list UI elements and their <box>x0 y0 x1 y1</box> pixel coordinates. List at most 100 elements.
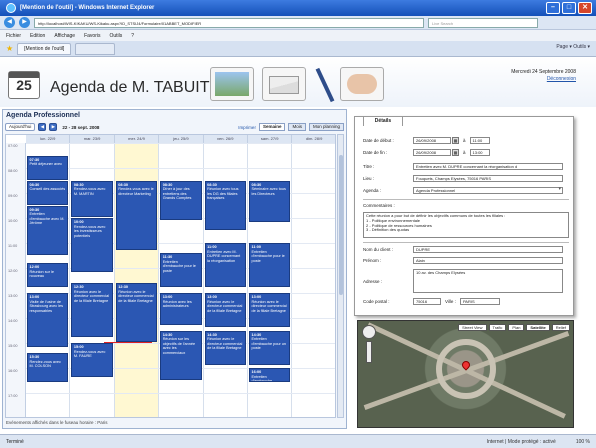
city-field[interactable]: PARIS <box>459 298 500 305</box>
pen-icon <box>315 67 335 103</box>
zoom-level[interactable]: 100 % <box>576 439 590 445</box>
start-time-field[interactable]: 11:00 <box>469 137 490 144</box>
calendar-event[interactable]: 11:00 Entretien avec M. DUPRE concernant … <box>204 243 246 287</box>
menu-item-favorites[interactable]: Favoris <box>84 33 100 39</box>
agenda-row: Agenda : Agenda Professionnel <box>363 187 569 194</box>
client-field[interactable]: DUPRE <box>413 246 563 253</box>
comments-row: Cette réunion a pour but de définir les … <box>363 212 569 238</box>
map-btn-traffic[interactable]: Trafic <box>488 324 507 331</box>
calendar-event[interactable]: 12:30 Réunion avec le directeur commercia… <box>71 283 113 337</box>
calendar-event[interactable]: 10:00 Rendez-vous avec les investisseurs … <box>71 218 113 272</box>
menu-item-edit[interactable]: Edition <box>30 33 45 39</box>
calendar-event[interactable]: 12:30 Réunion avec le directeur commercia… <box>115 283 158 342</box>
zoom-slider[interactable] <box>366 341 372 363</box>
map-btn-street-view[interactable]: Street View <box>458 324 487 331</box>
logout-link[interactable]: Déconnexion <box>511 76 576 83</box>
map-btn-relief[interactable]: Relief <box>551 324 570 331</box>
maximize-icon[interactable]: □ <box>562 2 576 14</box>
forward-icon[interactable]: ▶ <box>19 17 30 28</box>
calendar-event[interactable]: 08:30 Dîner à jour des entretiens des Gra… <box>160 180 202 220</box>
zip-field[interactable]: 75016 <box>413 298 441 305</box>
day-header[interactable]: lun. 22/9 <box>26 135 71 143</box>
menu-item-file[interactable]: Fichier <box>6 33 21 39</box>
start-row: Date de début : 26/09/2008 ▦ à 11:00 <box>363 137 569 144</box>
search-input[interactable]: Live Search <box>428 17 538 28</box>
week-range[interactable]: 22 - 28 sept. 2008 <box>62 125 99 130</box>
calendar-picker-icon[interactable]: ▦ <box>452 149 459 156</box>
favorites-star-icon[interactable]: ★ <box>6 44 13 53</box>
calendar-event[interactable]: 13:00 Réunion avec les administrateurs <box>160 293 202 325</box>
calendar-event[interactable]: 15:00 Rendez-vous avec M. FAURE <box>71 343 113 377</box>
print-button[interactable]: Imprimer <box>238 125 256 130</box>
end-date-field[interactable]: 26/09/2008 <box>413 149 451 156</box>
firstname-field[interactable]: Alain <box>413 257 563 264</box>
menu-bar: Fichier Edition Affichage Favoris Outils… <box>0 30 596 41</box>
event-title: Séminaire avec tous les Directeurs <box>251 187 286 196</box>
calendar-picker-icon[interactable]: ▦ <box>452 137 459 144</box>
prev-week-button[interactable]: ◀ <box>38 123 47 131</box>
command-bar[interactable]: Page ▾ Outils ▾ <box>556 44 590 50</box>
agenda-select[interactable]: Agenda Professionnel <box>413 187 563 194</box>
tab-month[interactable]: Mois <box>288 123 306 131</box>
today-button[interactable]: Aujourd'hui <box>5 123 36 131</box>
tab-details[interactable]: Détails <box>363 116 403 126</box>
calendar-event[interactable]: 08:30 Réunion avec tous les DG des filial… <box>204 180 246 230</box>
url-input[interactable]: http://localhost/WIS-KIKAKU/WS-Kikaku.as… <box>34 17 424 28</box>
start-date-field[interactable]: 26/09/2008 <box>413 137 451 144</box>
page-title: Agenda de M. TABUIT <box>50 79 210 96</box>
tab-week[interactable]: Semaine <box>258 123 286 131</box>
agenda-scrollbar[interactable] <box>337 134 344 418</box>
calendar-event[interactable]: 08:30 Rendez-vous avec M. MARTIN <box>71 180 113 217</box>
calendar-event[interactable]: 16:00 Entretien d'embauche <box>249 368 291 382</box>
pan-control-icon[interactable] <box>362 325 376 339</box>
satellite-map[interactable]: Street View Trafic Plan Satellite Relief <box>357 320 574 428</box>
day-header[interactable]: mer. 24/9 <box>114 135 160 143</box>
address-row: Adresse : 10 av. des Champs Elysées <box>363 269 569 293</box>
calendar-event[interactable]: 07:30 Petit déjeuner avec <box>27 155 69 180</box>
city-label: Ville : <box>445 299 456 304</box>
calendar-event[interactable]: 15:30 Rendez-vous avec M. COLSON <box>27 353 69 382</box>
firstname-label: Prénom : <box>363 258 382 263</box>
handshake-icon <box>340 67 384 101</box>
calendar-event[interactable]: 14:30 Réunion avec le directeur commercia… <box>204 330 246 365</box>
menu-item-view[interactable]: Affichage <box>54 33 75 39</box>
title-field[interactable]: Entretien avec M. DUPRE concernant la ré… <box>413 163 563 170</box>
browser-tab[interactable]: [Mention de l'outil] <box>17 42 72 55</box>
calendar-event[interactable]: 08:30 Conseil des associés <box>27 180 69 205</box>
calendar-event[interactable]: 13:00 Réunion avec le directeur commercia… <box>249 293 291 327</box>
address-field[interactable]: 10 av. des Champs Elysées <box>413 269 563 293</box>
close-icon[interactable]: ✕ <box>578 2 592 14</box>
day-header[interactable]: mar. 23/9 <box>70 135 115 143</box>
day-header[interactable]: dim. 28/9 <box>292 135 335 143</box>
menu-item-help[interactable]: ? <box>131 33 134 39</box>
place-field[interactable]: Fouquets, Champs Elysées, 75016 PARIS <box>413 175 563 182</box>
map-zoom-control[interactable] <box>362 325 376 365</box>
minimize-icon[interactable]: – <box>546 2 560 14</box>
calendar-event[interactable]: 11:00 Entretien d'embauche pour le poste <box>249 243 291 287</box>
calendar-event[interactable]: 12:00 Réunion sur le nouveau <box>27 263 69 287</box>
end-time-field[interactable]: 13:00 <box>469 149 490 156</box>
calendar-event[interactable]: 08:30 Séminaire avec tous les Directeurs <box>249 180 291 222</box>
map-btn-satellite[interactable]: Satellite <box>526 324 550 331</box>
calendar-event[interactable]: 09:30 Entretien d'embauche avec M. Jérôme <box>27 205 69 255</box>
week-grid[interactable]: 07:00 08:00 09:00 10:00 11:00 12:00 13:00 14:00… <box>5 134 336 418</box>
calendar-event[interactable]: 11:30 Entretien d'embauche pour le poste <box>160 253 202 287</box>
day-header[interactable]: sam. 27/9 <box>248 135 293 143</box>
scroll-thumb[interactable] <box>339 155 343 295</box>
day-column[interactable] <box>292 143 335 417</box>
day-header[interactable]: jeu. 25/9 <box>159 135 204 143</box>
new-tab-button[interactable] <box>75 42 116 55</box>
calendar-event[interactable]: 13:00 Visite de l'usine de Strasbourg ave… <box>27 293 69 347</box>
day-header[interactable]: ven. 26/9 <box>203 135 248 143</box>
calendar-event[interactable]: 08:30 Rendez-vous avec le directeur Marke… <box>115 180 158 250</box>
hour-label: 12:00 <box>8 269 18 273</box>
next-week-button[interactable]: ▶ <box>49 123 58 131</box>
map-btn-plan[interactable]: Plan <box>508 324 525 331</box>
calendar-event[interactable]: 14:30 Entretien d'embauche pour un poste <box>249 330 291 365</box>
calendar-event[interactable]: 13:00 Réunion avec le directeur commercia… <box>204 293 246 327</box>
tab-my-planning[interactable]: Mon planning <box>308 123 344 131</box>
menu-item-tools[interactable]: Outils <box>109 33 122 39</box>
comments-textarea[interactable]: Cette réunion a pour but de définir les … <box>363 212 569 238</box>
calendar-event[interactable]: 14:30 Réunion sur les objectifs de l'anné… <box>160 330 202 380</box>
back-icon[interactable]: ◀ <box>4 17 15 28</box>
